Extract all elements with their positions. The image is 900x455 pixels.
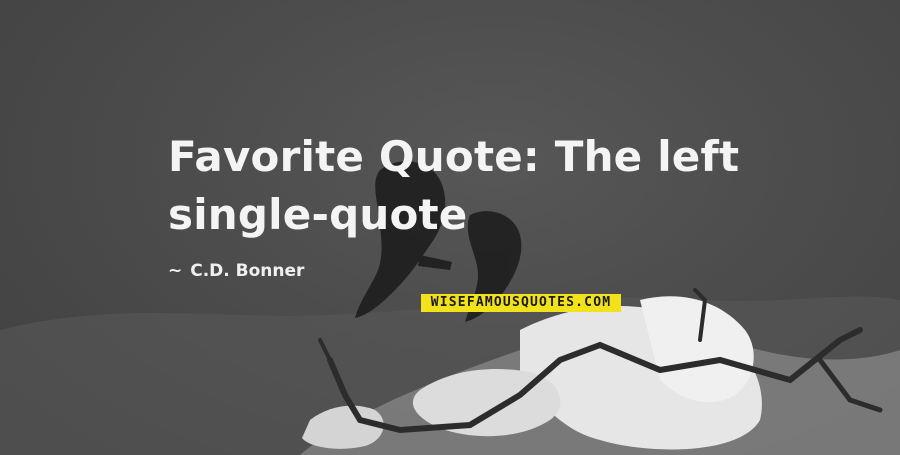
author-name: C.D. Bonner [190,261,305,281]
quote-card: Favorite Quote: The left single-quote ~ C… [0,0,900,455]
brand-watermark: WISEFAMOUSQUOTES.COM [421,294,621,312]
quote-attribution: ~ C.D. Bonner [168,259,304,283]
attribution-dash: ~ [168,261,183,281]
quote-text: Favorite Quote: The left single-quote [168,132,740,239]
